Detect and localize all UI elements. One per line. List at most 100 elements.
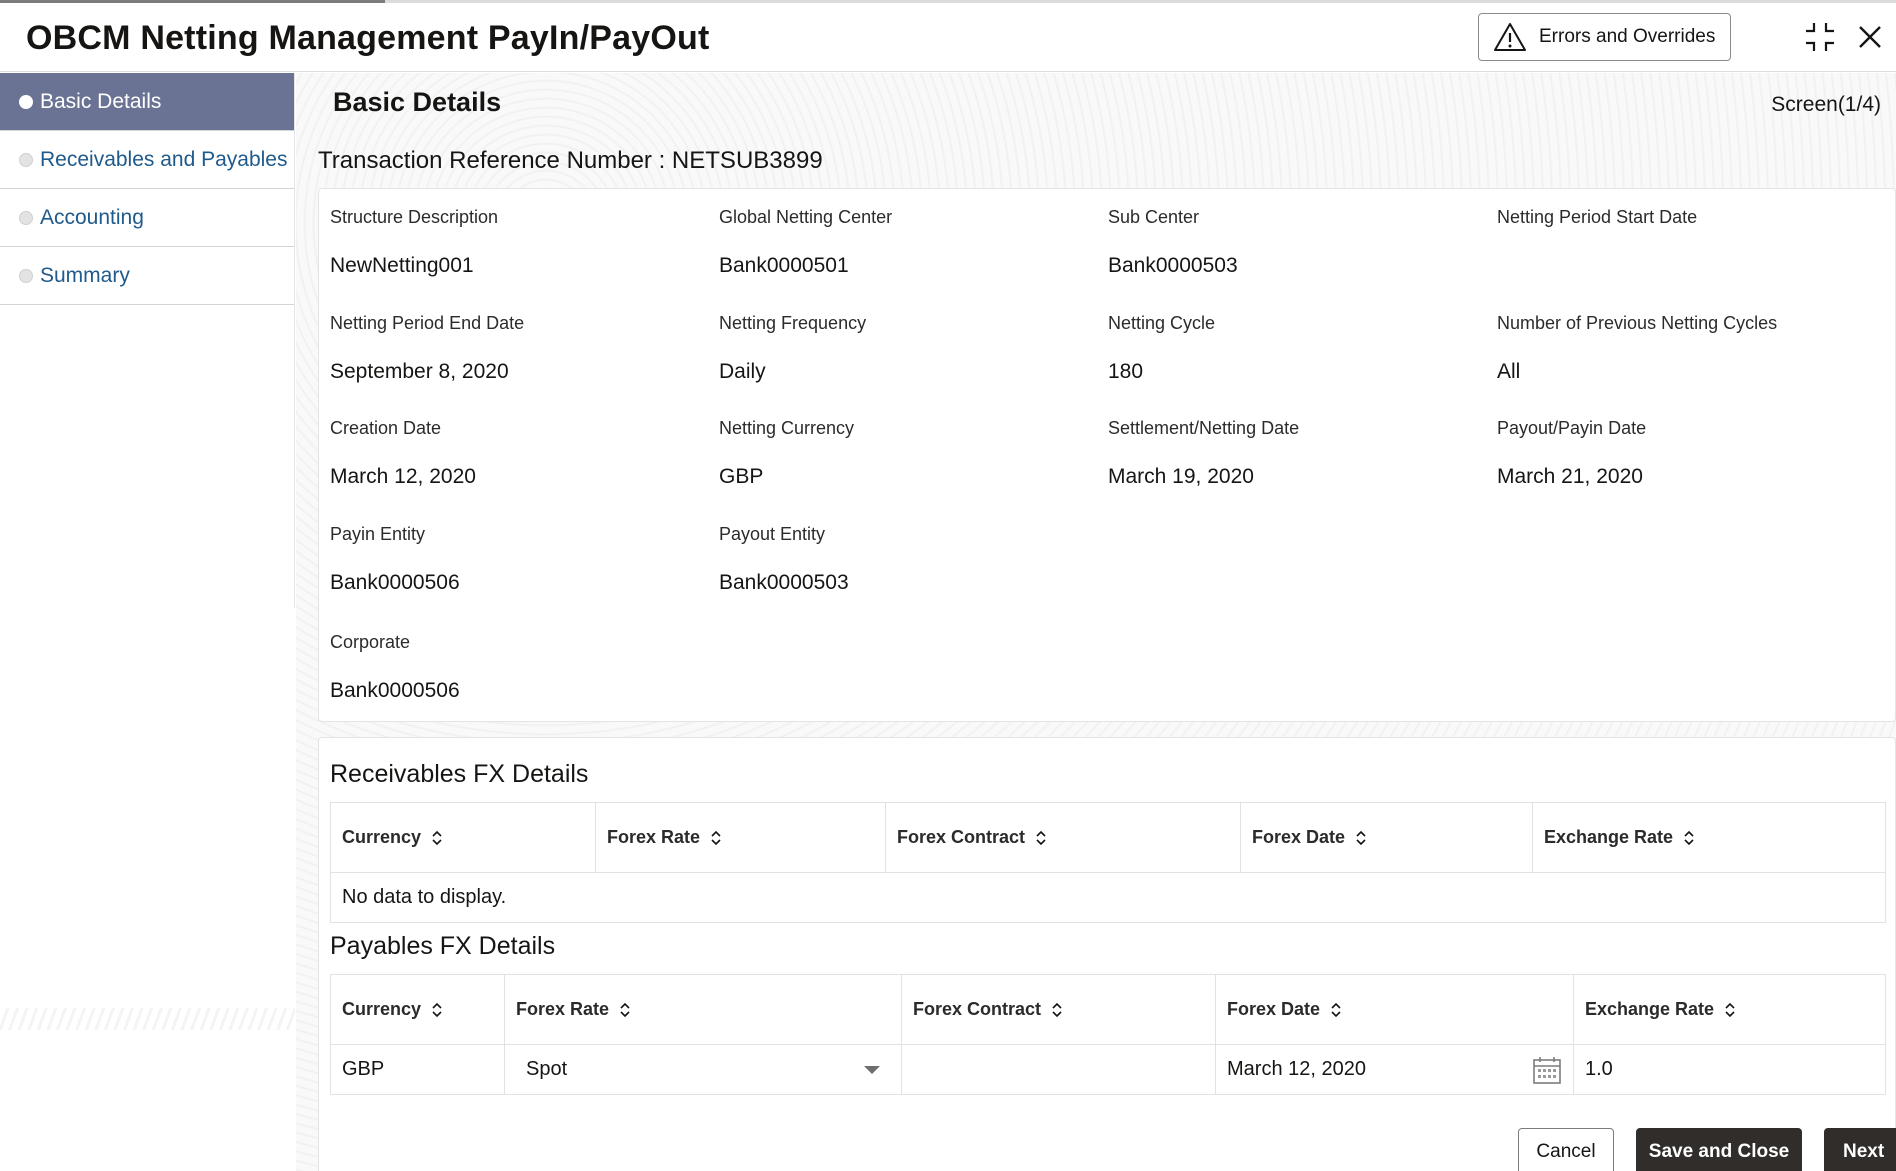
- field-value: Bank0000503: [1108, 254, 1238, 277]
- field-label: Settlement/Netting Date: [1108, 418, 1300, 438]
- column-header-label: Forex Date: [1252, 827, 1346, 847]
- sort-icon[interactable]: [1330, 1001, 1342, 1019]
- column-header-currency[interactable]: Currency: [330, 974, 505, 1045]
- field-payout-payin-date: Payout/Payin Date March 21, 2020: [1497, 418, 1877, 491]
- fx-details-card: Receivables FX Details Currency Forex Ra…: [318, 737, 1896, 1171]
- close-icon[interactable]: [1852, 19, 1888, 55]
- column-header-label: Currency: [342, 827, 422, 847]
- save-and-close-button[interactable]: Save and Close: [1636, 1128, 1802, 1171]
- cell-forex-rate: Spot: [504, 1044, 902, 1095]
- sort-icon[interactable]: [1724, 1001, 1736, 1019]
- field-sub-center: Sub Center Bank0000503: [1108, 207, 1488, 280]
- sidebar-item-accounting[interactable]: Accounting: [0, 189, 295, 247]
- transaction-reference-number: Transaction Reference Number : NETSUB389…: [318, 147, 823, 174]
- field-settlement-netting-date: Settlement/Netting Date March 19, 2020: [1108, 418, 1488, 491]
- step-indicator-icon: [19, 210, 33, 225]
- field-netting-period-start-date: Netting Period Start Date: [1497, 207, 1877, 280]
- cell-currency: GBP: [330, 1044, 505, 1095]
- field-label: Netting Cycle: [1108, 313, 1216, 333]
- page-title: OBCM Netting Management PayIn/PayOut: [26, 19, 710, 57]
- column-header-label: Forex Rate: [607, 827, 701, 847]
- compress-icon[interactable]: [1802, 19, 1838, 55]
- field-label: Number of Previous Netting Cycles: [1497, 313, 1778, 333]
- column-header-label: Currency: [342, 999, 422, 1019]
- empty-table-message: No data to display.: [330, 872, 1886, 923]
- sort-icon[interactable]: [1035, 829, 1047, 847]
- table-row: No data to display.: [330, 872, 1886, 923]
- column-header-forex-rate[interactable]: Forex Rate: [595, 802, 886, 873]
- field-value: Bank0000501: [719, 254, 849, 277]
- sort-icon[interactable]: [431, 1001, 443, 1019]
- cell-exchange-rate[interactable]: 1.0: [1573, 1044, 1886, 1095]
- column-header-forex-contract[interactable]: Forex Contract: [885, 802, 1241, 873]
- sidebar-item-label: Accounting: [40, 205, 144, 229]
- sort-icon[interactable]: [710, 829, 722, 847]
- field-label: Netting Frequency: [719, 313, 867, 333]
- basic-details-card: Structure Description NewNetting001 Glob…: [318, 188, 1896, 722]
- screen-indicator: Screen(1/4): [1771, 93, 1881, 116]
- sort-icon[interactable]: [431, 829, 443, 847]
- sort-icon[interactable]: [1683, 829, 1695, 847]
- cell-forex-contract[interactable]: [901, 1044, 1216, 1095]
- calendar-icon[interactable]: [1532, 1055, 1562, 1085]
- column-header-forex-date[interactable]: Forex Date: [1240, 802, 1533, 873]
- field-global-netting-center: Global Netting Center Bank0000501: [719, 207, 1099, 280]
- payables-fx-table: Currency Forex Rate Forex Contract Forex…: [330, 974, 1886, 1095]
- payables-fx-title: Payables FX Details: [330, 932, 556, 960]
- step-indicator-icon: [19, 94, 33, 109]
- field-label: Corporate: [330, 632, 411, 652]
- field-label: Payout/Payin Date: [1497, 418, 1647, 438]
- field-label: Netting Currency: [719, 418, 855, 438]
- next-button[interactable]: Next: [1824, 1128, 1896, 1171]
- field-structure-description: Structure Description NewNetting001: [330, 207, 710, 280]
- field-label: Structure Description: [330, 207, 499, 227]
- sidebar-item-basic-details[interactable]: Basic Details: [0, 73, 295, 131]
- field-label: Creation Date: [330, 418, 442, 438]
- column-header-forex-rate[interactable]: Forex Rate: [504, 974, 902, 1045]
- field-label: Payin Entity: [330, 524, 426, 544]
- field-label: Netting Period End Date: [330, 313, 525, 333]
- forex-rate-selected-value: Spot: [526, 1058, 568, 1080]
- field-value: March 12, 2020: [330, 465, 476, 488]
- field-payin-entity: Payin Entity Bank0000506: [330, 524, 710, 597]
- column-header-forex-date[interactable]: Forex Date: [1215, 974, 1574, 1045]
- sidebar-item-summary[interactable]: Summary: [0, 247, 295, 305]
- sidebar-item-label: Basic Details: [40, 89, 162, 113]
- forex-rate-select[interactable]: Spot: [516, 1050, 890, 1090]
- receivables-fx-table: Currency Forex Rate Forex Contract Forex…: [330, 802, 1886, 923]
- field-value: 180: [1108, 360, 1144, 383]
- field-label: Sub Center: [1108, 207, 1200, 227]
- cancel-button[interactable]: Cancel: [1518, 1128, 1614, 1171]
- column-header-label: Forex Contract: [913, 999, 1042, 1019]
- forex-date-input[interactable]: March 12, 2020: [1227, 1055, 1562, 1085]
- field-netting-currency: Netting Currency GBP: [719, 418, 1099, 491]
- field-value: Bank0000503: [719, 571, 849, 594]
- field-value: Bank0000506: [330, 571, 460, 594]
- errors-and-overrides-button[interactable]: Errors and Overrides: [1478, 13, 1731, 61]
- field-creation-date: Creation Date March 12, 2020: [330, 418, 710, 491]
- errors-and-overrides-label: Errors and Overrides: [1539, 26, 1716, 47]
- sort-icon[interactable]: [1355, 829, 1367, 847]
- column-header-label: Forex Rate: [516, 999, 610, 1019]
- field-netting-period-end-date: Netting Period End Date September 8, 202…: [330, 313, 710, 386]
- field-payout-entity: Payout Entity Bank0000503: [719, 524, 1099, 597]
- field-corporate: Corporate Bank0000506: [330, 632, 710, 705]
- field-value: September 8, 2020: [330, 360, 509, 383]
- field-value: All: [1497, 360, 1521, 383]
- sort-icon[interactable]: [619, 1001, 631, 1019]
- field-value: March 21, 2020: [1497, 465, 1643, 488]
- field-value: March 19, 2020: [1108, 465, 1254, 488]
- column-header-label: Forex Date: [1227, 999, 1321, 1019]
- table-row: GBP Spot March 12, 2020 1.0: [330, 1044, 1886, 1095]
- app-header: OBCM Netting Management PayIn/PayOut Err…: [0, 3, 1896, 72]
- sidebar-item-receivables-and-payables[interactable]: Receivables and Payables: [0, 131, 295, 189]
- column-header-currency[interactable]: Currency: [330, 802, 596, 873]
- cell-forex-date: March 12, 2020: [1215, 1044, 1574, 1095]
- column-header-exchange-rate[interactable]: Exchange Rate: [1573, 974, 1886, 1045]
- column-header-forex-contract[interactable]: Forex Contract: [901, 974, 1216, 1045]
- column-header-label: Exchange Rate: [1544, 827, 1674, 847]
- sidebar: Basic Details Receivables and Payables A…: [0, 73, 295, 1171]
- column-header-exchange-rate[interactable]: Exchange Rate: [1532, 802, 1886, 873]
- sort-icon[interactable]: [1051, 1001, 1063, 1019]
- column-header-label: Exchange Rate: [1585, 999, 1715, 1019]
